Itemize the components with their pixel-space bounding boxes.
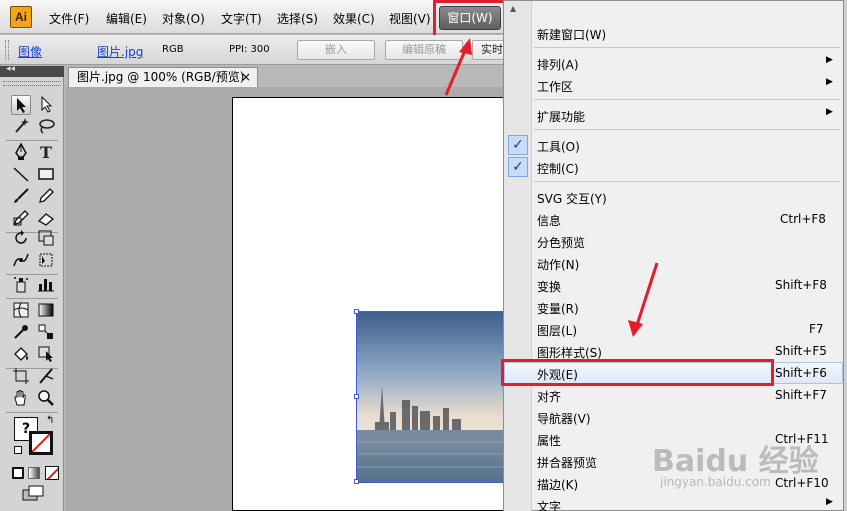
watermark-url: jingyan.baidu.com bbox=[660, 475, 771, 489]
annotation-arrows bbox=[444, 38, 659, 337]
annotation-arrow-icon bbox=[628, 262, 659, 337]
annotation-arrow-icon bbox=[444, 38, 472, 96]
watermark-brand: Baidu 经验 bbox=[652, 444, 819, 479]
